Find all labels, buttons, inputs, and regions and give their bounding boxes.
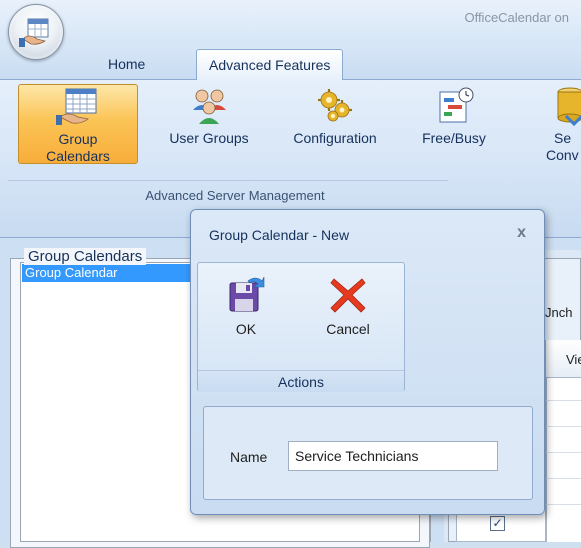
ok-label: OK <box>235 321 257 337</box>
row-checkbox[interactable]: ✓ <box>490 516 505 531</box>
view-column-header[interactable]: View <box>566 352 581 367</box>
group-calendar-new-dialog: Group Calendar - New x OK Cancel Actions… <box>190 209 545 515</box>
application-menu-button[interactable] <box>8 4 64 60</box>
save-disk-icon <box>229 276 265 312</box>
dialog-title: Group Calendar - New <box>209 227 350 243</box>
title-bar: OfficeCalendar on <box>0 0 581 44</box>
user-groups-label: User Groups <box>169 130 249 146</box>
group-calendars-label-line1: Group <box>58 131 98 147</box>
window-title: OfficeCalendar on <box>464 10 569 25</box>
grid-row-line <box>546 452 581 453</box>
close-icon[interactable]: x <box>517 224 526 242</box>
ribbon-group-advanced-server-management: Group Calendars User Groups Configuratio… <box>6 82 581 166</box>
grid-row-line <box>546 504 581 505</box>
grid-row-line <box>546 426 581 427</box>
uncheck-label[interactable]: Jnch <box>545 305 572 320</box>
user-groups-icon <box>193 89 226 124</box>
tab-home[interactable]: Home <box>96 49 157 80</box>
tab-advanced-features[interactable]: Advanced Features <box>196 49 344 81</box>
server-conversion-button[interactable]: Se Conv <box>546 84 581 164</box>
free-busy-button[interactable]: Free/Busy <box>408 84 500 164</box>
configuration-gears-icon <box>318 89 352 122</box>
user-groups-button[interactable]: User Groups <box>154 84 264 164</box>
group-calendar-icon <box>56 88 97 125</box>
server-conversion-label-line2: Conv <box>546 147 579 163</box>
group-calendars-label-line2: Calendars <box>46 148 110 164</box>
ok-button[interactable]: OK <box>214 269 278 355</box>
name-field[interactable] <box>288 441 498 471</box>
configuration-label: Configuration <box>293 130 377 146</box>
dialog-actions-group: OK Cancel Actions <box>197 262 405 392</box>
name-group: Name <box>203 406 533 500</box>
application-calendar-icon <box>19 18 49 47</box>
free-busy-label: Free/Busy <box>422 130 486 146</box>
group-calendars-button[interactable]: Group Calendars <box>18 84 138 164</box>
grid-row-line <box>546 478 581 479</box>
ribbon-tab-strip: Home Advanced Features <box>0 44 581 81</box>
server-conversion-label-line1: Se <box>554 130 572 146</box>
free-busy-icon <box>439 87 474 123</box>
group-calendars-panel-title: Group Calendars <box>24 248 147 265</box>
cancel-button[interactable]: Cancel <box>308 269 388 355</box>
configuration-button[interactable]: Configuration <box>276 84 394 164</box>
ribbon-group-caption: Advanced Server Management <box>145 188 325 203</box>
grid-row-line <box>546 400 581 401</box>
name-label: Name <box>230 449 268 465</box>
actions-caption: Actions <box>198 370 404 392</box>
ribbon-group-divider <box>8 180 448 181</box>
cancel-x-icon <box>330 278 366 313</box>
server-conversion-icon <box>557 87 581 126</box>
cancel-label: Cancel <box>326 321 370 337</box>
